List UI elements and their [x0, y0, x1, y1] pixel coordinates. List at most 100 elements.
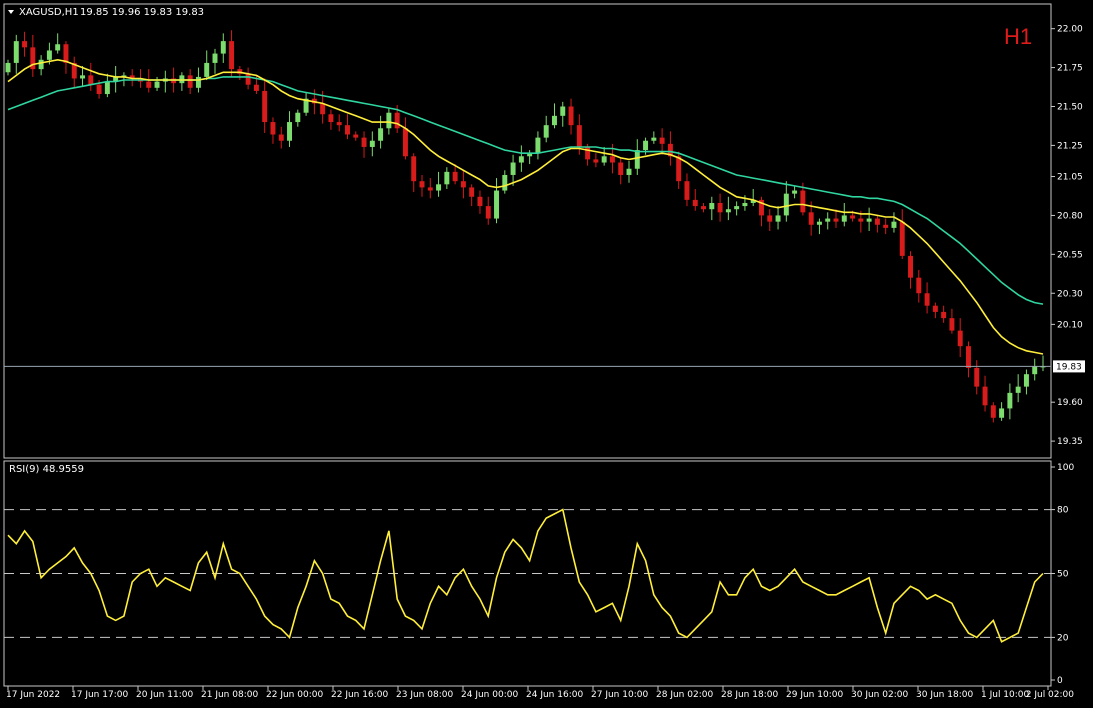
time-tick-label: 20 Jun 11:00	[136, 690, 193, 700]
candle-body	[709, 202, 715, 210]
time-tick-label: 29 Jun 10:00	[786, 690, 843, 700]
candle-body	[278, 134, 284, 141]
candle-body	[386, 112, 392, 129]
price-tick-label: 22.00	[1057, 25, 1083, 35]
candle-body	[411, 156, 417, 182]
candle-body	[320, 103, 326, 115]
candle-body	[792, 190, 798, 194]
chart-root: XAGUSD,H1 19.85 19.96 19.83 19.83 H1 RSI…	[0, 0, 1093, 708]
candle-body	[452, 171, 458, 182]
candle-body	[841, 215, 847, 222]
rsi-tick-label: 80	[1057, 506, 1069, 516]
candle-body	[941, 311, 947, 319]
candle-body	[220, 41, 226, 54]
candle-body	[146, 81, 152, 88]
candle-body	[734, 206, 740, 210]
candle-body	[394, 112, 400, 129]
candle-body	[957, 330, 963, 347]
candle-body	[336, 122, 342, 126]
candle-body	[460, 181, 466, 188]
candle-body	[295, 112, 301, 123]
candle-body	[593, 159, 599, 163]
candle-body	[775, 215, 781, 222]
candle-body	[742, 202, 748, 207]
timeframe-badge: H1	[1004, 24, 1032, 49]
time-tick-label: 2 Jul 02:00	[1026, 690, 1075, 700]
candle-body	[46, 50, 52, 60]
candle-body	[204, 62, 210, 77]
price-tick-label: 20.55	[1057, 250, 1083, 260]
candle-body	[974, 367, 980, 387]
candle-body	[825, 218, 831, 222]
candle-body	[717, 202, 723, 213]
candle-body	[816, 221, 822, 225]
candle-body	[676, 156, 682, 182]
candle-body	[626, 168, 632, 175]
candle-body	[245, 73, 251, 85]
candle-body	[502, 174, 508, 191]
candle-body	[916, 277, 922, 294]
candle-body	[585, 146, 591, 160]
candle-body	[369, 140, 375, 147]
price-tick-label: 21.25	[1057, 141, 1083, 151]
candle-body	[96, 84, 102, 95]
price-tick-label: 20.10	[1057, 320, 1083, 330]
candle-body	[212, 53, 218, 63]
candle-body	[858, 218, 864, 222]
candle-body	[378, 128, 384, 141]
candle-body	[328, 114, 334, 123]
rsi-tick-label: 50	[1057, 570, 1069, 580]
candle-body	[932, 305, 938, 312]
price-tick-label: 20.80	[1057, 211, 1083, 221]
time-tick-label: 30 Jun 18:00	[916, 690, 973, 700]
candle-body	[560, 106, 566, 116]
candle-body	[850, 215, 856, 219]
candle-body	[543, 125, 549, 138]
time-tick-label: 24 Jun 16:00	[526, 690, 583, 700]
symbol-label: XAGUSD,H1	[19, 7, 79, 18]
price-tick-label: 20.30	[1057, 289, 1083, 299]
candle-body	[55, 44, 61, 51]
candle-body	[551, 115, 557, 126]
candle-body	[999, 408, 1005, 418]
candle-body	[229, 41, 235, 70]
price-tick-label: 21.05	[1057, 173, 1083, 183]
candle-body	[949, 318, 955, 331]
price-tick-label: 19.60	[1057, 398, 1083, 408]
candle-body	[353, 134, 359, 138]
candle-body	[104, 81, 110, 95]
ohlc-label: 19.85 19.96 19.83 19.83	[80, 7, 204, 18]
rsi-tick-label: 100	[1057, 463, 1074, 473]
candle-body	[866, 218, 872, 222]
candle-body	[684, 181, 690, 200]
time-tick-label: 27 Jun 10:00	[591, 690, 648, 700]
rsi-tick-label: 0	[1057, 676, 1063, 686]
candle-body	[767, 215, 773, 222]
candle-body	[22, 41, 28, 48]
candle-body	[965, 346, 971, 368]
candle-body	[287, 122, 293, 141]
time-tick-label: 17 Jun 2022	[6, 690, 60, 700]
candle-body	[469, 187, 475, 197]
candle-body	[874, 218, 880, 225]
time-tick-label: 21 Jun 08:00	[201, 690, 258, 700]
candle-body	[1023, 374, 1029, 387]
candle-body	[659, 137, 665, 144]
candle-body	[494, 190, 500, 219]
candle-body	[344, 125, 350, 135]
candle-body	[63, 44, 69, 63]
candle-body	[634, 150, 640, 169]
candle-body	[436, 184, 442, 191]
candle-body	[618, 162, 624, 175]
candle-body	[262, 90, 268, 123]
candle-body	[444, 171, 450, 185]
candle-body	[477, 196, 483, 207]
chart-background	[0, 0, 1093, 708]
candle-body	[833, 218, 839, 222]
time-tick-label: 1 Jul 10:00	[981, 690, 1030, 700]
candle-body	[883, 224, 889, 228]
candle-body	[195, 76, 201, 88]
candle-body	[187, 75, 193, 88]
candle-body	[692, 199, 698, 207]
candle-body	[535, 137, 541, 154]
